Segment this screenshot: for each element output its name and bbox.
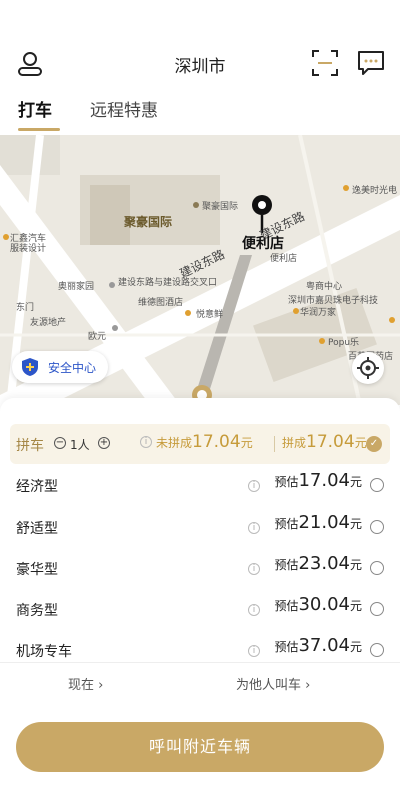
map-building-label: 聚豪国际 [124, 215, 173, 229]
tab-underline [18, 128, 60, 131]
safety-center-label: 安全中心 [48, 360, 97, 375]
map-poi: 逸美时光电 [352, 186, 398, 196]
shield-icon [22, 358, 38, 376]
price-unit: 元 [349, 599, 362, 613]
info-icon[interactable]: i [248, 563, 260, 575]
car-type-row[interactable]: 机场专车 i 预估37.04元 [0, 633, 400, 673]
tab-bar: 打车 远程特惠 [0, 92, 400, 131]
match-prefix: 拼成 [282, 436, 307, 450]
price-value: 23.04 [298, 553, 350, 574]
radio-button[interactable] [370, 561, 384, 575]
match-value: 17.04 [306, 432, 355, 452]
radio-button[interactable] [370, 602, 384, 616]
price-prefix: 预估 [274, 517, 299, 531]
car-type-name: 经济型 [16, 479, 58, 495]
carpool-label: 拼车 [16, 438, 44, 454]
carpool-match-price: 拼成17.04元 [282, 432, 367, 452]
no-match-value: 17.04 [192, 432, 241, 452]
car-type-row[interactable]: 商务型 i 预估30.04元 [0, 592, 400, 632]
city-title[interactable]: 深圳市 [0, 52, 400, 77]
car-type-name: 豪华型 [16, 562, 58, 578]
message-icon[interactable] [356, 48, 386, 78]
car-type-row[interactable]: 经济型 i 预估17.04元 [0, 468, 400, 508]
price-value: 17.04 [298, 470, 350, 491]
tab-remote-deals[interactable]: 远程特惠 [90, 96, 158, 121]
map-poi: 粤商中心 [306, 282, 343, 292]
time-now-option[interactable]: 现在 › [68, 674, 103, 693]
info-icon[interactable]: i [248, 645, 260, 657]
map-poi: 东门 [16, 303, 35, 313]
call-nearby-car-button[interactable]: 呼叫附近车辆 [16, 722, 384, 772]
map-poi: 华润万家 [300, 308, 337, 318]
divider [0, 662, 400, 663]
price-unit: 元 [349, 558, 362, 572]
radio-button[interactable] [370, 520, 384, 534]
pin-location-label: 便利店 [242, 236, 284, 252]
call-for-others-option[interactable]: 为他人叫车 › [236, 674, 310, 693]
divider [274, 436, 275, 452]
price-value: 21.04 [298, 512, 350, 533]
map-poi: 建设东路与建设路交叉口 [118, 278, 218, 288]
no-match-prefix: 未拼成 [156, 436, 193, 450]
price-prefix: 预估 [274, 558, 299, 572]
price-unit: 元 [349, 475, 362, 489]
car-type-price: 预估30.04元 [274, 594, 362, 615]
tab-remote-deals-label: 远程特惠 [90, 101, 158, 121]
car-type-price: 预估23.04元 [274, 553, 362, 574]
map-poi: 维德图酒店 [138, 298, 184, 308]
price-value: 37.04 [298, 635, 350, 656]
car-type-price: 预估37.04元 [274, 635, 362, 656]
minus-icon[interactable]: − [54, 437, 66, 449]
no-match-unit: 元 [240, 436, 253, 450]
match-unit: 元 [354, 436, 367, 450]
plus-icon[interactable]: + [98, 437, 110, 449]
price-unit: 元 [349, 640, 362, 654]
safety-center-button[interactable]: 安全中心 [12, 351, 109, 383]
passenger-count: 1人 [70, 438, 90, 452]
tab-taxi-label: 打车 [18, 101, 52, 121]
car-type-price: 预估17.04元 [274, 470, 362, 491]
locate-icon [357, 357, 379, 379]
map-poi: 服装设计 [10, 244, 47, 254]
map-poi: 奥丽家园 [58, 282, 95, 292]
tab-taxi[interactable]: 打车 [18, 96, 60, 131]
map-poi: 聚豪国际 [202, 202, 239, 212]
price-prefix: 预估 [274, 475, 299, 489]
car-type-name: 商务型 [16, 603, 58, 619]
car-type-price: 预估21.04元 [274, 512, 362, 533]
check-icon[interactable]: ✓ [366, 436, 382, 452]
map-poi: 友源地产 [30, 318, 67, 328]
carpool-no-match-price: 未拼成17.04元 [156, 432, 253, 452]
price-prefix: 预估 [274, 640, 299, 654]
map-poi: Popu乐 [328, 338, 360, 348]
price-value: 30.04 [298, 594, 350, 615]
info-icon[interactable]: i [248, 522, 260, 534]
price-prefix: 预估 [274, 599, 299, 613]
locate-button[interactable] [352, 352, 384, 384]
radio-button[interactable] [370, 643, 384, 657]
map-poi: 悦意鲜 [196, 310, 224, 320]
info-icon[interactable]: i [140, 436, 152, 448]
info-icon[interactable]: i [248, 480, 260, 492]
header: 深圳市 [0, 40, 400, 88]
info-icon[interactable]: i [248, 604, 260, 616]
price-unit: 元 [349, 517, 362, 531]
car-type-row[interactable]: 舒适型 i 预估21.04元 [0, 510, 400, 550]
map-poi: 欧元 [88, 332, 107, 342]
car-type-row[interactable]: 豪华型 i 预估23.04元 [0, 551, 400, 591]
car-type-name: 舒适型 [16, 521, 58, 537]
scan-icon[interactable] [310, 48, 340, 78]
carpool-row[interactable]: 拼车 − 1人 + i 未拼成17.04元 拼成17.04元 ✓ [10, 424, 390, 464]
car-type-name: 机场专车 [16, 644, 72, 660]
radio-button[interactable] [370, 478, 384, 492]
